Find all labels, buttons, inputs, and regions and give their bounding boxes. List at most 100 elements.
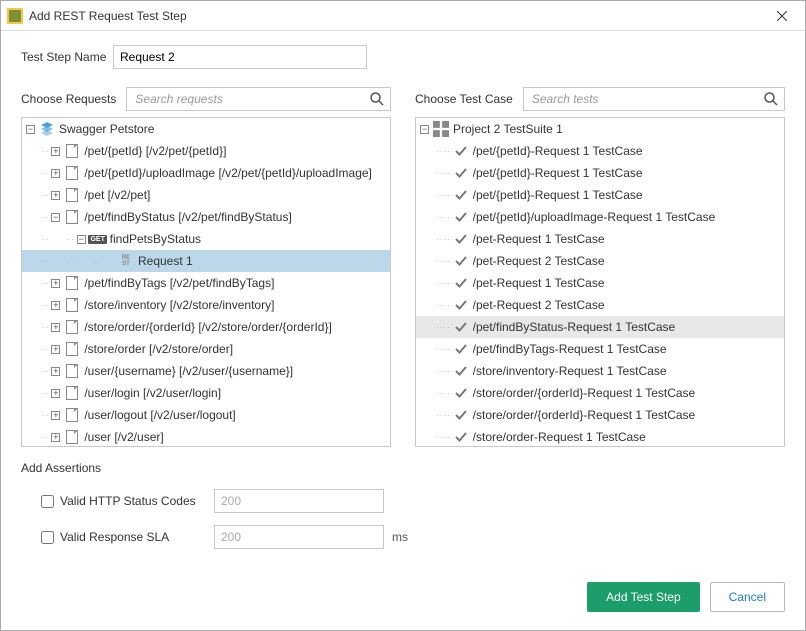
expander-icon[interactable]: + [51,389,60,398]
expander-icon[interactable]: + [51,323,60,332]
spacer [26,387,38,399]
spacer [26,277,38,289]
tree-row-endpoint[interactable]: ··+/pet/findByTags [/v2/pet/findByTags] [22,272,390,294]
expander-icon[interactable]: + [51,169,60,178]
expander-icon[interactable]: + [51,345,60,354]
testcase-icon [453,143,469,159]
tree-row-endpoint[interactable]: ··−/pet/findByStatus [/v2/pet/findByStat… [22,206,390,228]
tree-guide-icon: ···· [436,433,451,442]
tree-row-root[interactable]: −Swagger Petstore [22,118,390,140]
add-test-step-button[interactable]: Add Test Step [587,582,700,612]
tree-row-testcase[interactable]: ····/pet-Request 1 TestCase [416,272,784,294]
tree-row-endpoint[interactable]: ··+/store/order [/v2/store/order] [22,338,390,360]
tree-label: Request 1 [138,254,193,268]
expander-icon[interactable]: − [51,213,60,222]
tree-row-testcase[interactable]: ····/store/order/{orderId}-Request 1 Tes… [416,382,784,404]
expander-icon[interactable]: − [77,235,86,244]
spacer [26,431,38,443]
tree-row-endpoint[interactable]: ··+/user/login [/v2/user/login] [22,382,390,404]
valid-http-checkbox[interactable] [41,495,54,508]
testcase-icon [453,297,469,313]
testcase-icon [453,407,469,423]
endpoint-icon [64,187,80,203]
tree-label: /pet/{petId}/uploadImage [/v2/pet/{petId… [84,166,372,180]
tree-row-endpoint[interactable]: ··+/user [/v2/user] [22,426,390,447]
valid-sla-input[interactable] [214,525,384,549]
tree-row-method[interactable]: ····−GETfindPetsByStatus [22,228,390,250]
tree-row-endpoint[interactable]: ··+/store/order/{orderId} [/v2/store/ord… [22,316,390,338]
spacer [26,145,38,157]
spacer [77,255,89,267]
tree-row-testcase[interactable]: ····/pet/findByTags-Request 1 TestCase [416,338,784,360]
tree-guide-icon: ·· [42,301,49,310]
tree-guide-icon: ···· [436,147,451,156]
method-get-icon: GET [90,231,106,247]
endpoint-icon [64,407,80,423]
tree-row-endpoint[interactable]: ··+/pet/{petId}/uploadImage [/v2/pet/{pe… [22,162,390,184]
testsuite-icon [433,121,449,137]
tree-row-endpoint[interactable]: ··+ /pet/{petId} [/v2/pet/{petId}] [22,140,390,162]
search-requests-input[interactable] [126,87,391,111]
expander-icon[interactable]: + [51,411,60,420]
tree-row-testcase[interactable]: ····/pet/{petId}-Request 1 TestCase [416,184,784,206]
expander-icon[interactable]: + [51,433,60,442]
rest-request-icon: REST [118,253,134,269]
tree-guide-icon: ···· [436,345,451,354]
tree-row-testcase[interactable]: ····/pet/{petId}/uploadImage-Request 1 T… [416,206,784,228]
tree-row-testcase[interactable]: ····/pet/{petId}-Request 1 TestCase [416,140,784,162]
requests-tree[interactable]: −Swagger Petstore··+/pet/{petId} [/v2/pe… [21,117,391,447]
testcase-tree[interactable]: −Project 2 TestSuite 1····/pet/{petId}-R… [415,117,785,447]
tree-row-request[interactable]: ······RESTRequest 1 [22,250,390,272]
tree-label: /pet/findByTags [/v2/pet/findByTags] [84,276,274,290]
tree-guide-icon: ·· [42,433,49,442]
tree-label: /pet/findByStatus [/v2/pet/findByStatus] [84,210,291,224]
tree-guide-icon: ·· [42,257,49,266]
testcase-icon [453,385,469,401]
valid-http-label: Valid HTTP Status Codes [60,494,214,508]
tree-guide-icon: ·· [42,345,49,354]
tree-row-endpoint[interactable]: ··+/user/{username} [/v2/user/{username}… [22,360,390,382]
cancel-button[interactable]: Cancel [710,582,785,612]
expander-icon[interactable]: + [51,367,60,376]
testcase-icon [453,187,469,203]
expander-icon[interactable]: − [420,125,429,134]
expander-icon[interactable]: + [51,301,60,310]
tree-row-endpoint[interactable]: ··+/user/logout [/v2/user/logout] [22,404,390,426]
tree-row-testcase[interactable]: ····/store/inventory-Request 1 TestCase [416,360,784,382]
tree-row-suite[interactable]: −Project 2 TestSuite 1 [416,118,784,140]
tree-row-endpoint[interactable]: ··+/pet [/v2/pet] [22,184,390,206]
tree-guide-icon: ·· [42,323,49,332]
endpoint-icon [64,363,80,379]
tree-guide-icon: ·· [42,147,49,156]
tree-label: /store/order-Request 1 TestCase [473,430,646,444]
expander-icon[interactable]: + [51,147,60,156]
tree-row-testcase[interactable]: ····/pet/findByStatus-Request 1 TestCase [416,316,784,338]
spacer [26,365,38,377]
test-step-name-input[interactable] [113,45,367,69]
choose-testcase-heading: Choose Test Case [415,92,513,106]
dialog-footer: Add Test Step Cancel [1,568,805,630]
tree-guide-icon: ·· [93,257,100,266]
spacer [420,321,432,333]
tree-label: /pet/{petId}-Request 1 TestCase [473,166,643,180]
close-button[interactable] [759,1,805,31]
tree-row-testcase[interactable]: ····/pet-Request 2 TestCase [416,250,784,272]
tree-row-testcase[interactable]: ····/pet/{petId}-Request 1 TestCase [416,162,784,184]
tree-row-testcase[interactable]: ····/pet-Request 1 TestCase [416,228,784,250]
tree-label: findPetsByStatus [110,232,201,246]
tree-row-endpoint[interactable]: ··+/store/inventory [/v2/store/inventory… [22,294,390,316]
expander-icon[interactable]: + [51,191,60,200]
search-tests-input[interactable] [523,87,785,111]
spacer [102,255,114,267]
valid-http-input[interactable] [214,489,384,513]
tree-label: /pet/{petId} [/v2/pet/{petId}] [84,144,226,158]
valid-sla-checkbox[interactable] [41,531,54,544]
expander-icon[interactable]: − [26,125,35,134]
expander-icon[interactable]: + [51,279,60,288]
tree-row-testcase[interactable]: ····/pet-Request 2 TestCase [416,294,784,316]
tree-guide-icon: ·· [42,191,49,200]
tree-row-testcase[interactable]: ····/store/order/{orderId}-Request 1 Tes… [416,404,784,426]
tree-row-testcase[interactable]: ···· /store/order-Request 1 TestCase [416,426,784,447]
testcase-icon [453,275,469,291]
spacer [420,431,432,443]
